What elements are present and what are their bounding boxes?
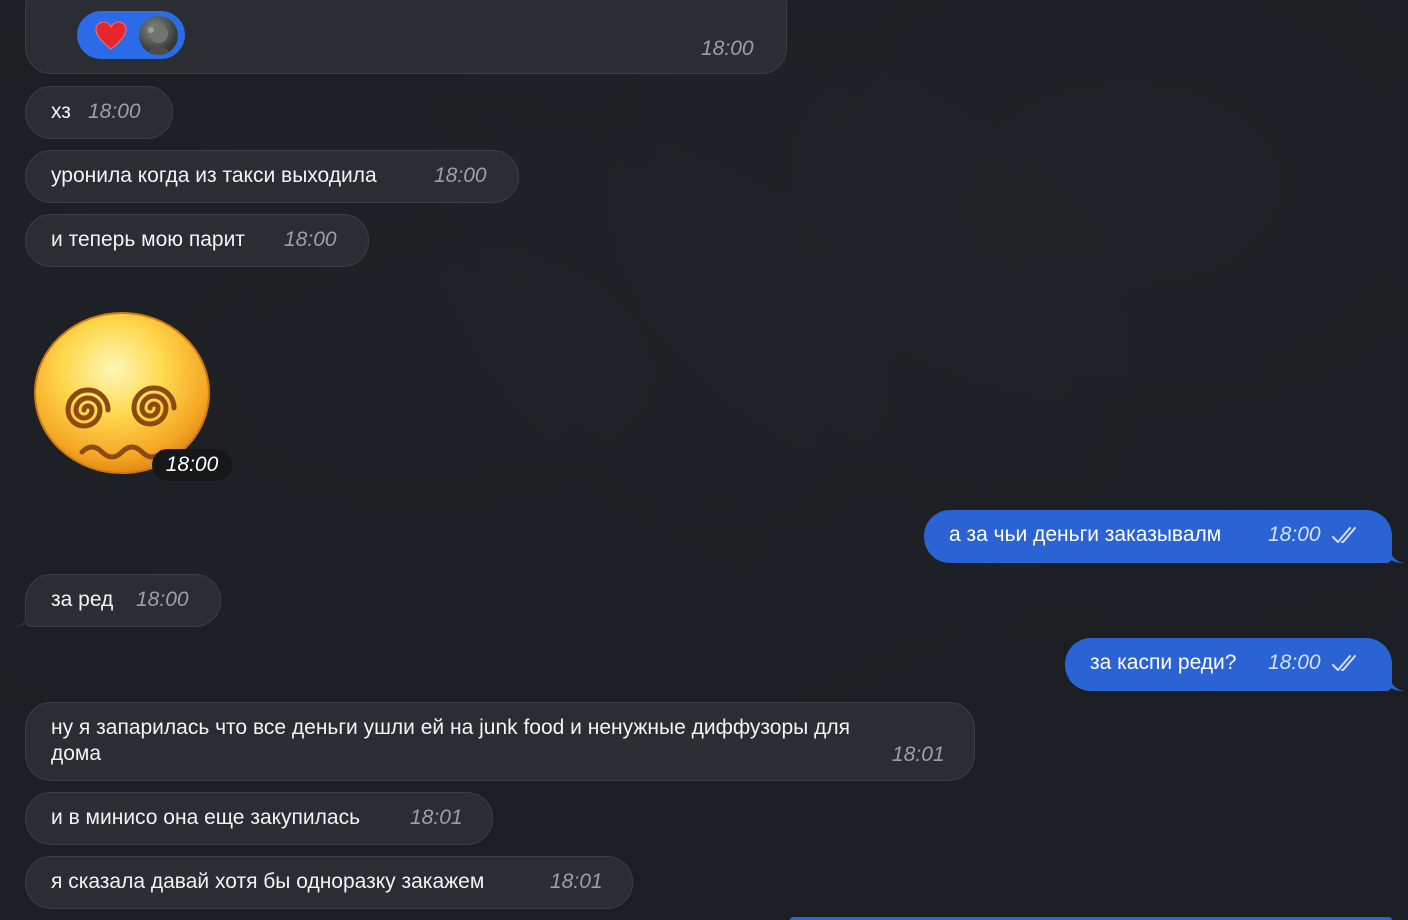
message-bubble[interactable]: и в минисо она еще закупилась 18:01 (25, 792, 493, 845)
message-text: за каспи реди? (1090, 651, 1237, 674)
bubble-tail (1390, 549, 1404, 563)
message-time: 18:00 (152, 449, 232, 481)
message-bubble[interactable]: уронила когда из такси выходила 18:00 (25, 150, 519, 203)
message-bubble[interactable]: хз 18:00 (25, 86, 173, 139)
message-text: и в минисо она еще закупилась (51, 806, 361, 829)
message-text: хз (51, 100, 71, 123)
message-time: 18:00 (1268, 523, 1321, 546)
message-text: за ред (51, 588, 114, 611)
reaction-pill[interactable] (77, 11, 185, 59)
message-time: 18:00 (284, 228, 337, 251)
message-time: 18:00 (434, 164, 487, 187)
heart-icon (95, 21, 127, 50)
message-text: ну я запарилась что все деньги ушли ей н… (51, 716, 850, 739)
message-time: 18:01 (892, 743, 945, 766)
message-time: 18:00 (136, 588, 189, 611)
message-bubble-top[interactable]: 18:00 (25, 0, 787, 74)
message-text: уронила когда из такси выходила (51, 164, 377, 187)
message-time: 18:00 (701, 37, 754, 60)
read-checkmarks-icon (1332, 655, 1356, 671)
user-avatar-icon (139, 16, 178, 55)
message-text-line-2: дома (51, 742, 102, 765)
message-time: 18:00 (88, 100, 141, 123)
message-text: а за чьи деньги заказывалм (949, 523, 1222, 546)
message-bubble-outgoing[interactable]: за каспи реди? 18:00 (1065, 638, 1392, 691)
message-bubble[interactable]: и теперь мою парит 18:00 (25, 214, 369, 267)
message-time: 18:00 (1268, 651, 1321, 674)
message-time: 18:01 (410, 806, 463, 829)
message-bubble[interactable]: я сказала давай хотя бы одноразку закаже… (25, 856, 633, 909)
message-text: я сказала давай хотя бы одноразку закаже… (51, 870, 485, 893)
message-bubble[interactable]: за ред 18:00 (25, 574, 221, 627)
message-bubble[interactable]: ну я запарилась что все деньги ушли ей н… (25, 702, 975, 781)
bubble-tail (1390, 677, 1404, 691)
read-checkmarks-icon (1332, 527, 1356, 543)
message-bubble-outgoing[interactable]: а за чьи деньги заказывалм 18:00 (924, 510, 1392, 563)
message-time: 18:01 (550, 870, 603, 893)
bubble-tail (13, 613, 27, 627)
message-text: и теперь мою парит (51, 228, 245, 251)
